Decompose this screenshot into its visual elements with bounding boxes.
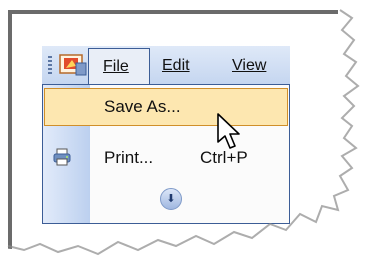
menu-file[interactable]: File xyxy=(88,48,150,84)
printer-icon xyxy=(53,148,71,166)
double-chevron-down-icon[interactable]: ⬇ xyxy=(160,188,182,210)
menu-view[interactable]: View xyxy=(232,54,266,78)
app-icon[interactable] xyxy=(58,52,88,78)
mouse-pointer-icon xyxy=(217,113,240,149)
save-as-label: Save As... xyxy=(104,97,181,116)
toolbar-grip[interactable] xyxy=(48,56,52,74)
screenshot-canvas: File Edit View Save As... Print... Ctrl+… xyxy=(0,0,366,269)
menu-file-label: File xyxy=(103,58,129,75)
window-top-border xyxy=(8,10,338,14)
menu-edit[interactable]: Edit xyxy=(162,54,190,78)
window-left-border xyxy=(8,10,12,250)
menu-item-print[interactable]: Print... xyxy=(104,146,153,170)
